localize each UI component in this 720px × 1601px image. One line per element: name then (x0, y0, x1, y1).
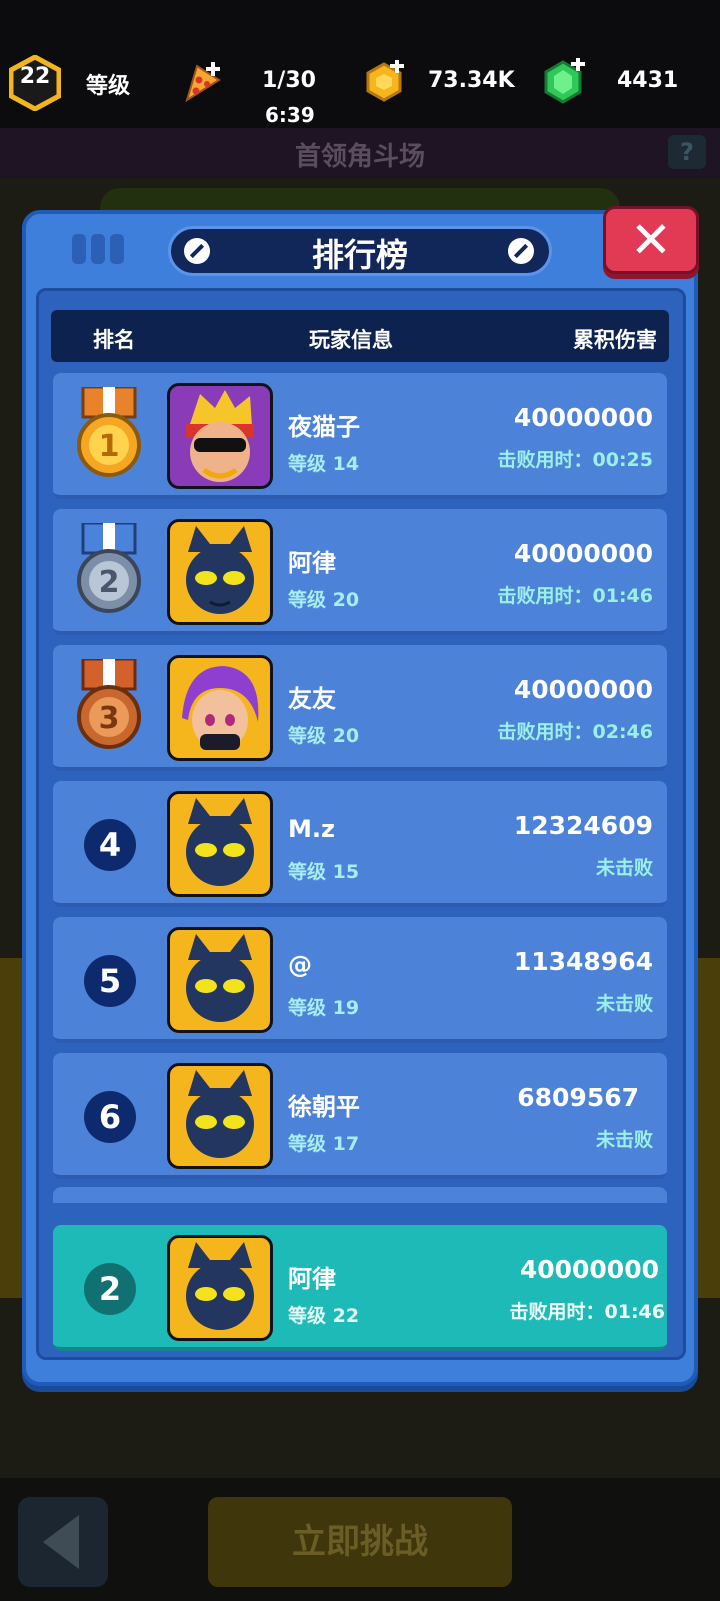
rank-number: 5 (84, 955, 136, 1007)
player-name: M.z (288, 815, 335, 843)
rank-number: 4 (84, 819, 136, 871)
energy-timer: 6:39 (265, 103, 315, 127)
player-name: 阿律 (288, 549, 336, 577)
help-button[interactable]: ? (668, 135, 706, 169)
damage-score: 11348964 (513, 947, 653, 976)
leaderboard-row[interactable]: 3 友友 等级 20 40000000 击败用时：02:46 (53, 645, 667, 771)
leaderboard-row[interactable]: 1 夜猫子 等级 14 40000000 击败用时：00:25 (53, 373, 667, 499)
damage-score: 12324609 (513, 811, 653, 840)
player-level: 等级 15 (288, 861, 360, 883)
damage-score: 40000000 (519, 1255, 659, 1284)
defeat-status: 未击败 (595, 1129, 653, 1151)
avatar[interactable] (167, 383, 273, 489)
player-level: 等级 17 (288, 1133, 360, 1155)
leaderboard-title: 排行榜 (311, 236, 408, 274)
rank-number: 2 (84, 1263, 136, 1315)
close-icon[interactable]: ✕ (603, 208, 699, 272)
player-level: 等级 22 (288, 1305, 360, 1327)
player-name: 友友 (288, 685, 336, 713)
rank-number: 6 (84, 1091, 136, 1143)
silver-medal-icon: 2 (77, 523, 141, 613)
damage-score: 40000000 (513, 539, 653, 568)
leaderboard-row[interactable]: 5 @ 等级 19 11348964 未击败 (53, 917, 667, 1043)
player-name: 徐朝平 (288, 1093, 360, 1121)
damage-score: 6809567 (517, 1083, 639, 1112)
bronze-medal-icon: 3 (77, 659, 141, 749)
damage-score: 40000000 (513, 675, 653, 704)
column-rank: 排名 (93, 328, 135, 352)
medal-rank: 1 (99, 429, 120, 464)
column-player-info: 玩家信息 (309, 328, 393, 352)
avatar[interactable] (167, 519, 273, 625)
medal-rank: 3 (99, 701, 120, 736)
top-hud: 22 等级 1/30 6:39 73.34K 4431 (0, 0, 720, 128)
player-name: @ (288, 951, 312, 979)
leaderboard-row[interactable]: 6 徐朝平 等级 17 6809567 未击败 (53, 1053, 667, 1179)
defeat-status: 未击败 (595, 857, 653, 879)
energy-count: 1/30 (262, 68, 316, 93)
gem-count: 4431 (617, 68, 679, 93)
level-label: 等级 (86, 74, 131, 99)
panel-decoration (72, 234, 129, 268)
defeat-status: 击败用时：01:46 (497, 585, 653, 607)
player-level: 等级 20 (288, 725, 360, 747)
coin-count: 73.34K (428, 68, 515, 93)
back-arrow-icon (43, 1515, 79, 1569)
player-level: 等级 20 (288, 589, 360, 611)
medal-rank: 2 (99, 565, 120, 600)
column-header: 排名 玩家信息 累积伤害 (51, 310, 669, 362)
avatar[interactable] (167, 1235, 273, 1341)
avatar[interactable] (167, 655, 273, 761)
challenge-button[interactable]: 立即挑战 (208, 1497, 512, 1587)
leaderboard-row[interactable]: 2 阿律 等级 20 40000000 击败用时：01:46 (53, 509, 667, 635)
defeat-status: 击败用时：00:25 (497, 449, 653, 471)
player-level: 等级 19 (288, 997, 360, 1019)
player-name: 夜猫子 (288, 413, 360, 441)
player-level: 等级 14 (288, 453, 360, 475)
column-damage: 累积伤害 (573, 328, 657, 352)
avatar[interactable] (167, 791, 273, 897)
leaderboard-row[interactable]: 4 M.z 等级 15 12324609 未击败 (53, 781, 667, 907)
defeat-status: 击败用时：02:46 (497, 721, 653, 743)
leaderboard-row-partial[interactable] (53, 1187, 667, 1203)
pizza-energy-icon[interactable] (183, 60, 223, 104)
green-gem-icon[interactable] (540, 58, 586, 106)
my-rank-row[interactable]: 2 阿律 等级 22 40000000 击败用时：01:46 (53, 1225, 667, 1351)
arena-title: 首领角斗场 (294, 142, 425, 172)
gold-coin-icon[interactable] (362, 60, 406, 104)
avatar[interactable] (167, 1063, 273, 1169)
player-level: 22 (19, 64, 51, 89)
defeat-status: 未击败 (595, 993, 653, 1015)
damage-score: 40000000 (513, 403, 653, 432)
player-name: 阿律 (288, 1265, 336, 1293)
gold-medal-icon: 1 (77, 387, 141, 477)
avatar[interactable] (167, 927, 273, 1033)
defeat-status: 击败用时：01:46 (509, 1301, 665, 1323)
